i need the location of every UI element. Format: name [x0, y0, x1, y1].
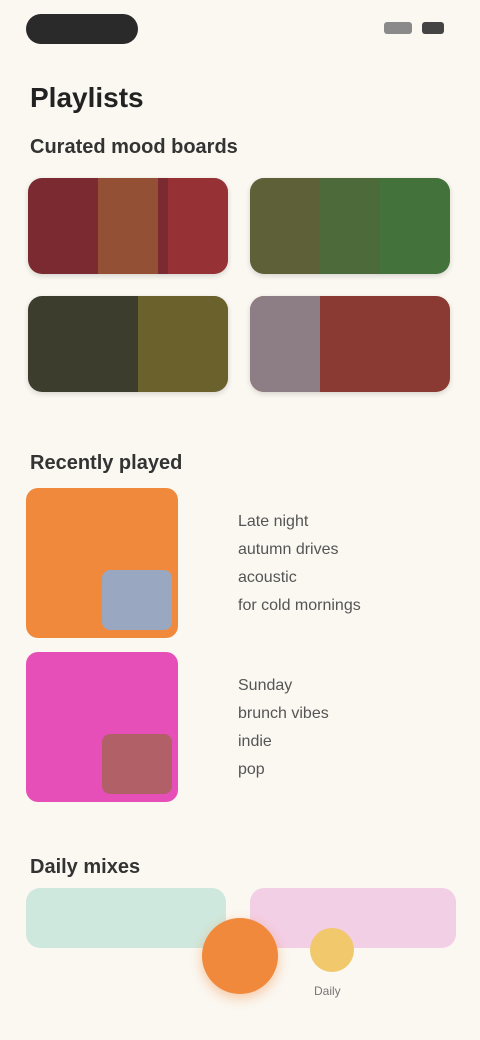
featured-card-2[interactable] — [250, 178, 450, 274]
status-icons — [384, 22, 444, 34]
section-title-recent: Recently played — [30, 452, 183, 474]
cover-photo — [102, 570, 172, 630]
mix-tile-1[interactable] — [26, 888, 226, 948]
cover-photo — [102, 734, 172, 794]
recent-item-2-line: brunch vibes — [238, 705, 329, 722]
status-pill — [26, 14, 138, 44]
battery-icon — [422, 22, 444, 34]
recent-item-1-line: Late night — [238, 513, 309, 530]
recent-item-2-line: pop — [238, 761, 265, 778]
featured-card-3[interactable] — [28, 296, 228, 392]
page-title: Playlists — [30, 82, 144, 113]
recent-item-1-line: autumn drives — [238, 541, 339, 558]
recent-item-2-text[interactable]: Sunday brunch vibes indie pop — [238, 672, 329, 784]
recent-item-1-line: acoustic — [238, 569, 297, 586]
now-playing-caption: Daily — [314, 984, 341, 998]
recent-item-2-line: indie — [238, 733, 272, 750]
recent-item-1-cover[interactable] — [26, 488, 178, 638]
featured-card-1[interactable] — [28, 178, 228, 274]
recent-item-2-line: Sunday — [238, 677, 293, 694]
play-button[interactable] — [202, 918, 278, 994]
signal-icon — [384, 22, 412, 34]
recent-item-2-cover[interactable] — [26, 652, 178, 802]
mix-tile-2[interactable] — [250, 888, 456, 948]
recent-item-1-text[interactable]: Late night autumn drives acoustic for co… — [238, 508, 361, 620]
section-title-mixes: Daily mixes — [30, 856, 141, 878]
now-playing-avatar[interactable] — [310, 928, 354, 972]
section-title-featured: Curated mood boards — [30, 136, 238, 158]
recent-item-1-line: for cold mornings — [238, 597, 361, 614]
featured-card-4[interactable] — [250, 296, 450, 392]
